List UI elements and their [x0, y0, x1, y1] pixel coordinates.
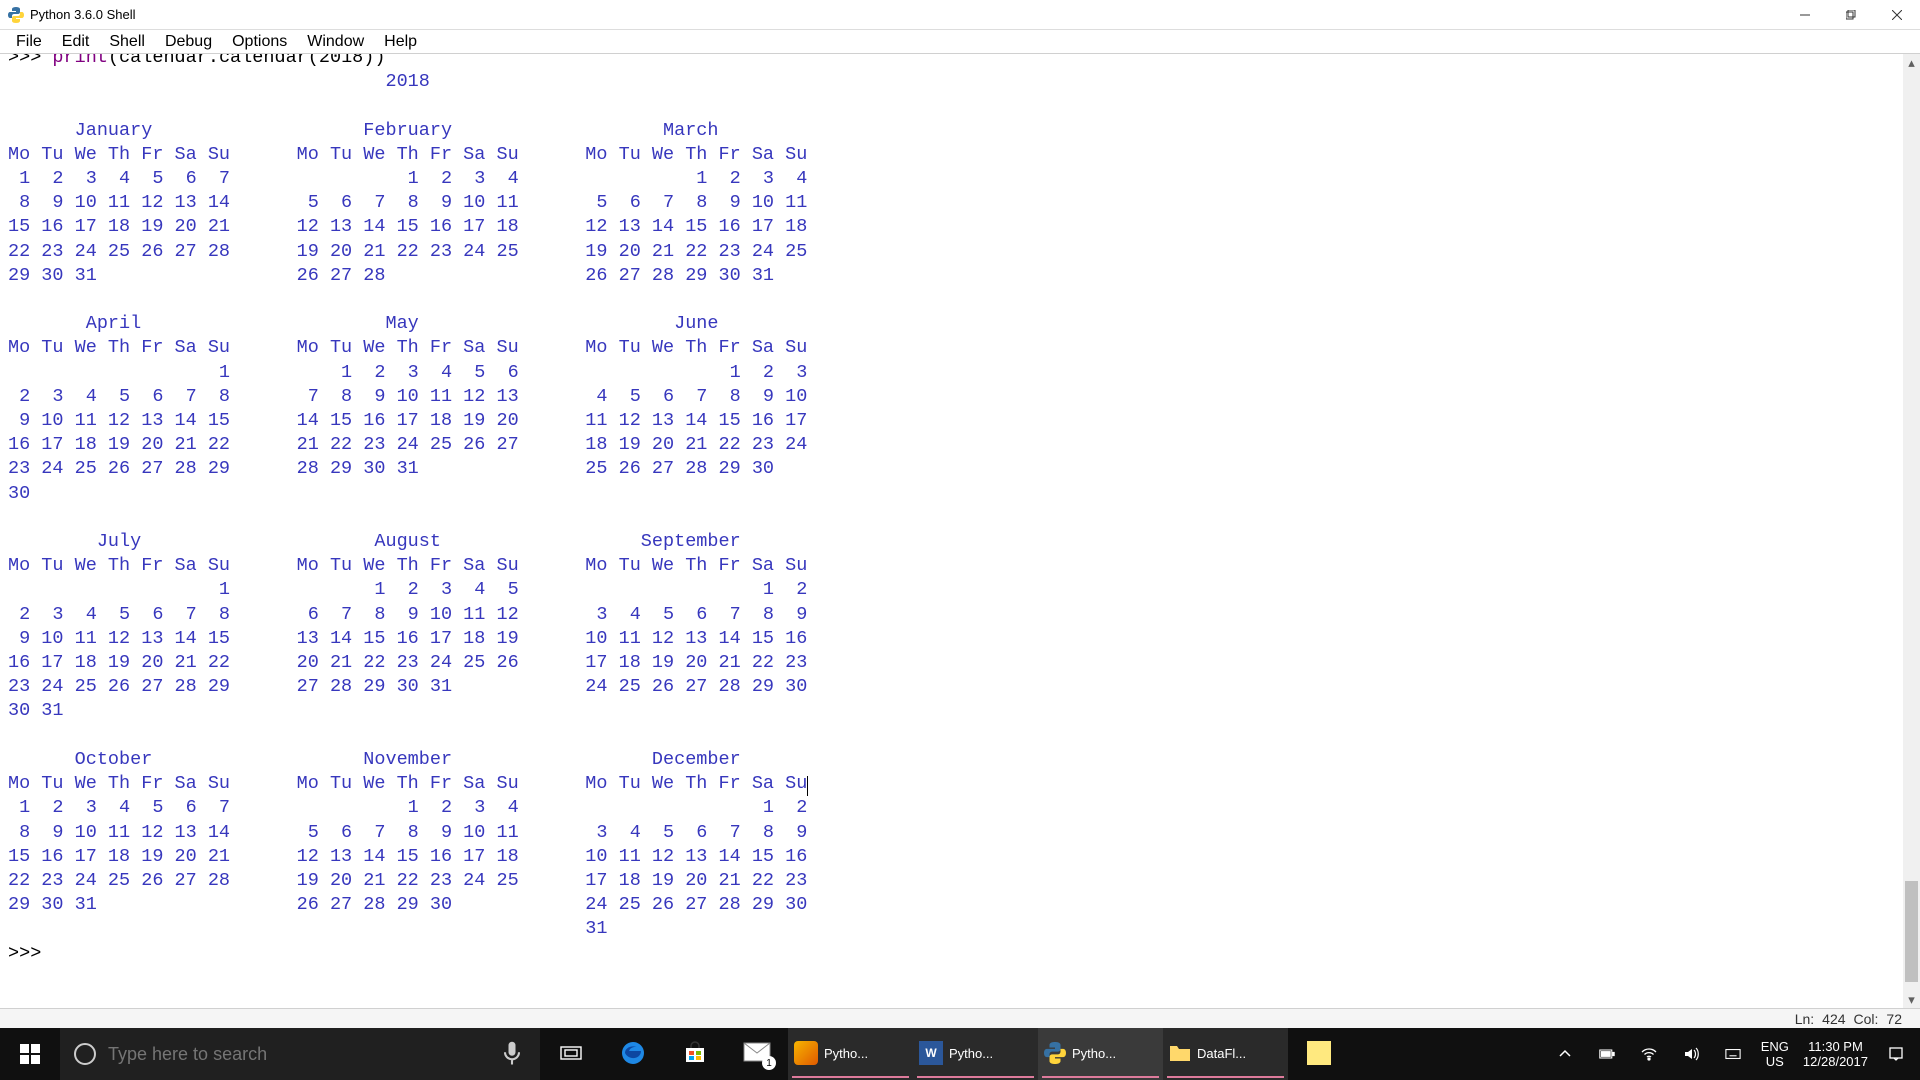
scrollbar-thumb[interactable] [1905, 881, 1918, 982]
taskbar-app-word[interactable]: W Pytho... [913, 1028, 1038, 1080]
mail-badge: 1 [762, 1056, 776, 1070]
tray-chevron-icon[interactable] [1551, 1040, 1579, 1068]
status-line-value: 424 [1822, 1011, 1845, 1027]
taskbar-mail[interactable]: 1 [726, 1028, 788, 1080]
tray-clock[interactable]: 11:30 PM 12/28/2017 [1803, 1039, 1868, 1069]
taskbar-items: 1 Pytho... W Pytho... Pytho... DataFl... [540, 1028, 1350, 1080]
taskbar-stickynotes[interactable] [1288, 1028, 1350, 1080]
system-tray: ENG US 11:30 PM 12/28/2017 [1541, 1028, 1920, 1080]
tray-volume-icon[interactable] [1677, 1040, 1705, 1068]
menu-edit[interactable]: Edit [52, 31, 100, 53]
statusbar: Ln: 424 Col: 72 [0, 1008, 1920, 1028]
close-button[interactable] [1874, 0, 1920, 30]
cortana-icon[interactable] [74, 1043, 96, 1065]
mic-icon[interactable] [498, 1040, 526, 1068]
taskbar: 1 Pytho... W Pytho... Pytho... DataFl...… [0, 1028, 1920, 1080]
search-input[interactable] [108, 1044, 490, 1065]
menu-help[interactable]: Help [374, 31, 427, 53]
scroll-down-icon[interactable]: ▾ [1903, 991, 1920, 1008]
menu-file[interactable]: File [6, 31, 52, 53]
menu-options[interactable]: Options [222, 31, 297, 53]
taskbar-edge[interactable] [602, 1028, 664, 1080]
tray-notifications-icon[interactable] [1882, 1040, 1910, 1068]
window-controls [1782, 0, 1920, 30]
tray-language[interactable]: ENG US [1761, 1039, 1789, 1069]
tray-lang2: US [1761, 1054, 1789, 1069]
taskbar-store[interactable] [664, 1028, 726, 1080]
tray-wifi-icon[interactable] [1635, 1040, 1663, 1068]
menu-window[interactable]: Window [297, 31, 374, 53]
tray-lang1: ENG [1761, 1039, 1789, 1054]
shell-editor[interactable]: >>> print(calendar.calendar(2018)) 2018 … [0, 54, 1920, 1008]
taskbar-app-explorer[interactable]: DataFl... [1163, 1028, 1288, 1080]
taskbar-label-2: Pytho... [949, 1046, 993, 1061]
status-col-label: Col: [1854, 1011, 1879, 1027]
window-title: Python 3.6.0 Shell [30, 7, 136, 22]
menu-debug[interactable]: Debug [155, 31, 222, 53]
taskbar-app-idle[interactable]: Pytho... [1038, 1028, 1163, 1080]
titlebar: Python 3.6.0 Shell [0, 0, 1920, 30]
menubar: File Edit Shell Debug Options Window Hel… [0, 30, 1920, 54]
status-line-label: Ln: [1795, 1011, 1814, 1027]
vertical-scrollbar[interactable]: ▴ ▾ [1903, 54, 1920, 1008]
status-col-value: 72 [1886, 1011, 1902, 1027]
task-view-button[interactable] [540, 1028, 602, 1080]
taskbar-search[interactable] [60, 1028, 540, 1080]
maximize-button[interactable] [1828, 0, 1874, 30]
taskbar-label-3: Pytho... [1072, 1046, 1116, 1061]
python-icon [8, 7, 24, 23]
tray-keyboard-icon[interactable] [1719, 1040, 1747, 1068]
tray-battery-icon[interactable] [1593, 1040, 1621, 1068]
taskbar-label-4: DataFl... [1197, 1046, 1246, 1061]
taskbar-label-1: Pytho... [824, 1046, 868, 1061]
start-button[interactable] [0, 1028, 60, 1080]
menu-shell[interactable]: Shell [99, 31, 155, 53]
shell-output[interactable]: >>> print(calendar.calendar(2018)) 2018 … [0, 54, 816, 966]
scroll-up-icon[interactable]: ▴ [1903, 54, 1920, 71]
tray-time: 11:30 PM [1803, 1039, 1868, 1054]
tray-date: 12/28/2017 [1803, 1054, 1868, 1069]
minimize-button[interactable] [1782, 0, 1828, 30]
taskbar-app-chrome-python[interactable]: Pytho... [788, 1028, 913, 1080]
